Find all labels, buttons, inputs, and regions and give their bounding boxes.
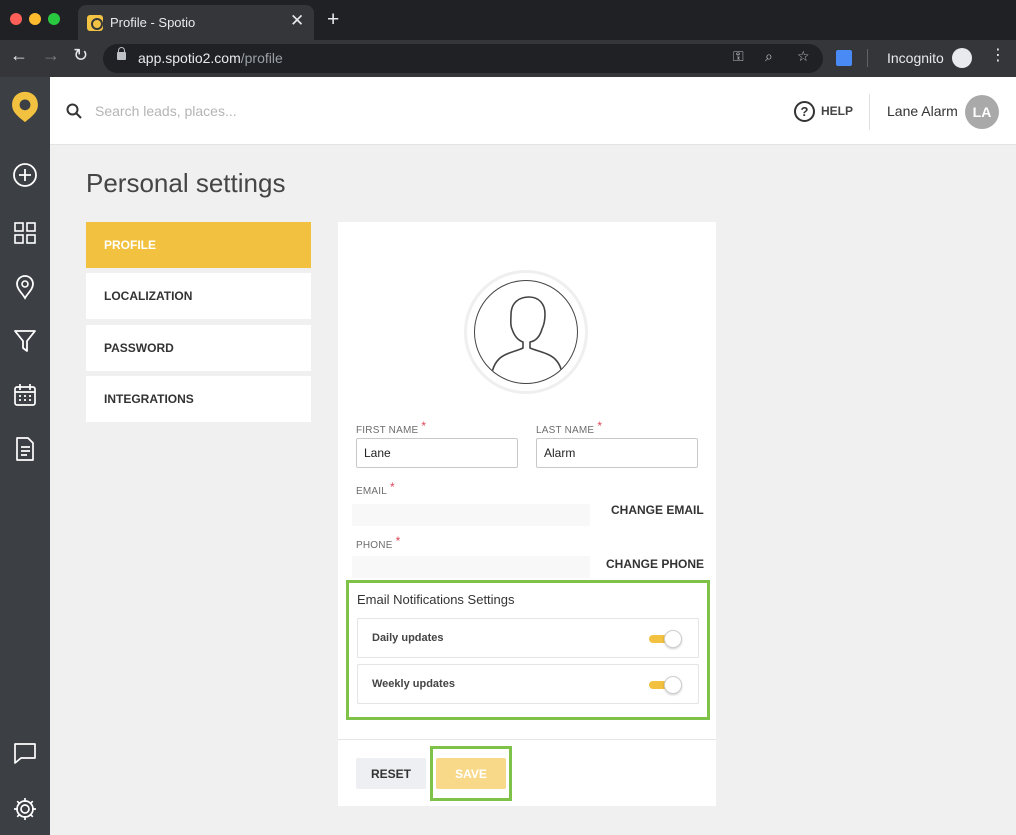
zoom-icon[interactable]: ⌕ [765,49,773,63]
notification-row-daily: Daily updates [357,618,699,658]
user-name[interactable]: Lane Alarm [887,103,958,119]
settings-nav-profile[interactable]: PROFILE [86,222,311,268]
incognito-label: Incognito [887,50,944,66]
profile-card: FIRST NAME* LAST NAME* EMAIL* CHANGE EMA… [338,222,716,806]
toolbar-divider [867,49,868,67]
reset-button[interactable]: RESET [356,758,426,789]
back-arrow-icon[interactable]: ← [10,46,28,64]
change-email-button[interactable]: CHANGE EMAIL [611,503,704,517]
save-button[interactable]: SAVE [436,758,506,789]
browser-toolbar: ← → ↻ app.spotio2.com/profile ⚿ ⌕ ☆ Inco… [0,40,1016,77]
top-header: ? HELP Lane Alarm LA [50,77,1016,145]
toggle-knob [664,676,682,694]
first-name-field[interactable] [356,438,518,468]
phone-field [352,556,590,578]
notifications-title: Email Notifications Settings [357,592,515,607]
incognito-icon[interactable] [952,48,972,68]
reload-icon[interactable]: ↻ [73,46,88,64]
add-icon[interactable] [7,157,43,193]
address-bar[interactable]: app.spotio2.com/profile ⚿ ⌕ ☆ [103,44,823,73]
maximize-window-button[interactable] [48,13,60,25]
user-silhouette-icon [474,280,578,384]
required-mark: * [390,480,395,494]
app-sidebar [0,77,50,835]
url-text[interactable]: app.spotio2.com/profile [138,50,283,66]
daily-updates-toggle[interactable] [649,630,683,648]
settings-nav-label: PASSWORD [104,341,174,355]
settings-nav-label: PROFILE [104,238,157,252]
calendar-icon[interactable] [7,377,43,413]
browser-tab-bar: Profile - Spotio ✕ + [0,0,1016,40]
first-name-label-text: FIRST NAME [356,425,419,436]
url-host: app.spotio2.com [138,50,241,66]
required-mark: * [421,419,427,433]
document-icon[interactable] [7,431,43,467]
last-name-label: LAST NAME * [536,419,603,436]
profile-photo[interactable] [464,270,588,394]
more-menu-icon[interactable]: ⋮ [990,48,1006,64]
help-button[interactable]: ? HELP [794,100,853,122]
spotio-logo-icon[interactable] [7,89,43,125]
settings-nav-password[interactable]: PASSWORD [86,325,311,371]
settings-nav-label: LOCALIZATION [104,289,193,303]
tab-close-icon[interactable]: ✕ [290,12,304,29]
card-divider [338,739,716,740]
settings-nav-localization[interactable]: LOCALIZATION [86,273,311,319]
page-title: Personal settings [86,168,286,198]
notification-row-weekly: Weekly updates [357,664,699,704]
spotio-favicon-icon [87,15,103,31]
notification-label: Weekly updates [372,678,455,690]
header-divider [869,94,870,130]
search-icon [66,103,82,119]
avatar[interactable]: LA [965,95,999,129]
phone-label-text: PHONE [356,540,393,551]
settings-nav-label: INTEGRATIONS [104,392,194,406]
email-field [352,504,590,526]
new-tab-icon[interactable]: + [327,9,339,30]
translate-icon[interactable] [836,50,852,66]
last-name-label-text: LAST NAME [536,425,595,436]
forward-arrow-icon[interactable]: → [42,46,60,64]
filter-icon[interactable] [7,323,43,359]
settings-icon[interactable] [7,791,43,827]
first-name-label: FIRST NAME * [356,419,427,436]
browser-tab[interactable]: Profile - Spotio ✕ [78,5,314,40]
email-notifications-section: Email Notifications Settings Daily updat… [346,580,710,720]
url-path: /profile [240,50,283,66]
required-mark: * [395,534,401,548]
last-name-field[interactable] [536,438,698,468]
change-phone-button[interactable]: CHANGE PHONE [606,557,704,571]
help-icon: ? [794,100,815,122]
close-window-button[interactable] [10,13,22,25]
toggle-knob [664,630,682,648]
phone-label: PHONE * [356,534,401,551]
minimize-window-button[interactable] [29,13,41,25]
email-label-text: EMAIL [356,486,388,497]
notification-label: Daily updates [372,632,444,644]
tab-title: Profile - Spotio [110,15,196,30]
chat-icon[interactable] [7,735,43,771]
search-input[interactable] [95,99,395,123]
bookmark-star-icon[interactable]: ☆ [797,49,810,63]
weekly-updates-toggle[interactable] [649,676,683,694]
email-label: EMAIL * [356,480,395,497]
settings-nav-integrations[interactable]: INTEGRATIONS [86,376,311,422]
lock-icon [117,47,126,60]
map-pin-icon[interactable] [7,269,43,305]
help-label: HELP [821,104,854,118]
required-mark: * [597,419,603,433]
dashboard-icon[interactable] [7,215,43,251]
key-icon[interactable]: ⚿ [733,49,744,63]
